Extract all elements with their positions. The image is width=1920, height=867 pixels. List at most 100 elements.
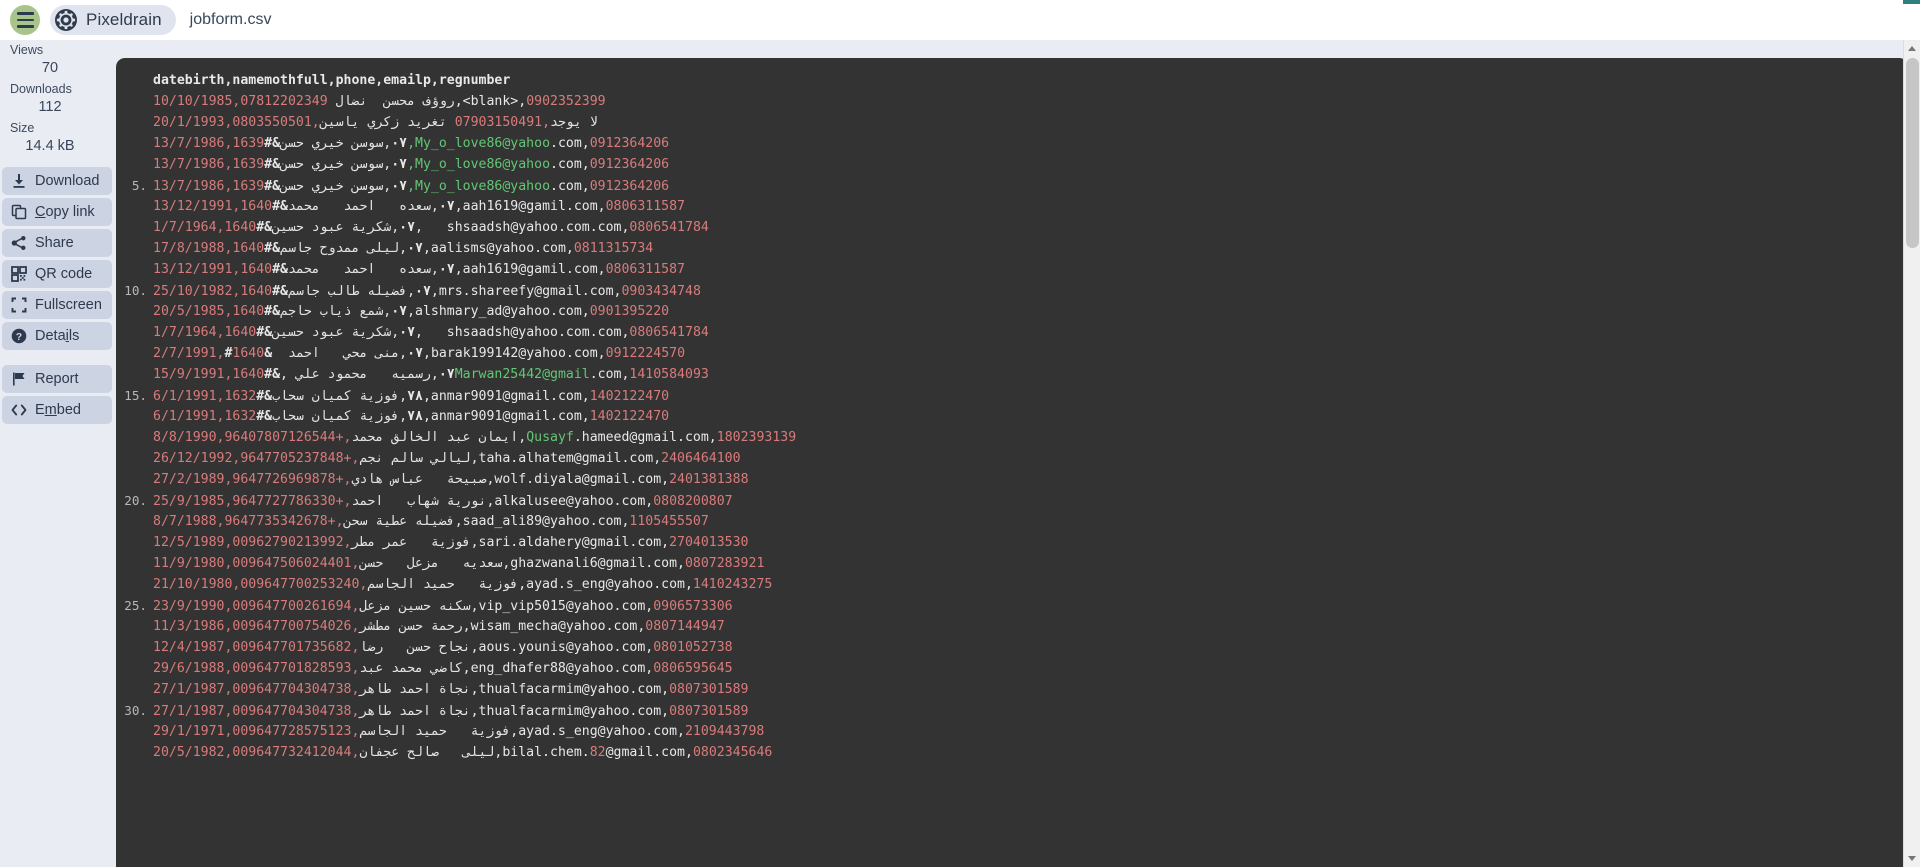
csv-data-line: 17/8/1988,1640#&٠٧,ليلى ممدوح جاسم ,aalis… [116,238,1908,259]
csv-line-text: 13/12/1991,1640#&٠٧,سعده احمد محمد ,aah16… [153,196,685,217]
csv-token-ar: فضيله عطية سحن [343,514,455,529]
csv-token-green: ,My_o_love86@yahoo [407,157,551,172]
csv-line-text: 29/6/1988,009647701828593,كاضي محمد عبد,… [153,658,733,679]
accel-letter: C [35,204,46,220]
csv-data-line: 5. 13/7/1986,1639#&٠٧,سوسن خيري حسن ,My_o_… [116,175,1908,196]
csv-token-num: 17/8/1988,1640 [153,241,265,256]
csv-text-viewer[interactable]: datebirth,namemothfull,phone,emailp,regn… [116,58,1908,867]
csv-token-plain: .com, [550,157,590,172]
details-button[interactable]: ? Details [2,322,112,350]
csv-data-line: 27/1/1987,009647704304738,نجاة احمد طاهر… [116,679,1908,700]
csv-token-num: 2406464100 [661,451,741,466]
csv-line-text: 21/10/1980,009647700253240,فوزية حميد ال… [153,574,772,595]
csv-token-plain: ,aalisms@yahoo.com, [422,241,574,256]
copy-link-button[interactable]: Copy link [2,198,112,226]
csv-data-line: 8/7/1988,9647735342678+,فضيله عطية سحن,s… [116,511,1908,532]
qr-code-button[interactable]: QR code [2,260,112,288]
csv-token-num: 1402122470 [589,389,670,404]
csv-token-num: 6/1/1991,1632 [153,409,257,424]
csv-token-ar: لا يوجد [550,115,598,130]
csv-token-num: 0811315734 [573,241,654,256]
top-bar: Pixeldrain jobform.csv [0,0,1920,40]
copy-link-rest: opy link [45,204,95,220]
csv-token-ar: ليلى صالح عجفان [359,745,495,760]
csv-data-line: 1/7/1964,1640#&٠٧,شكرية عبود حسين, shsaa… [116,217,1908,238]
csv-header-text: datebirth,namemothfull,phone,emailp,regn… [153,73,511,88]
csv-line-text: 13/12/1991,1640#&٠٧,سعده احمد محمد ,aah16… [153,259,685,280]
pixeldrain-logo-icon [55,9,77,31]
scroll-down-arrow-icon[interactable] [1904,850,1920,867]
csv-token-num: 13/7/1986,1639 [153,136,265,151]
csv-token-plain: ,aah1619@gamil.com, [454,262,606,277]
stat-downloads: Downloads 112 [0,81,114,117]
stat-size: Size 14.4 kB [0,120,114,156]
csv-data-line: 1/7/1964,1640#&٠٧,شكرية عبود حسين, shsaa… [116,322,1908,343]
csv-token-plain: ,alshmary_ad@yahoo.com, [407,304,590,319]
csv-token-num: 10/10/1985,07812202349 [153,94,336,109]
csv-token-plain: .hameed@gmail.com, [573,430,717,445]
stat-value: 70 [41,60,59,76]
csv-token-ar: ,فوزية كميان سحاب [272,389,408,404]
csv-token-num: 0806595645 [653,661,733,676]
scroll-up-arrow-icon[interactable] [1904,40,1920,57]
copy-link-label: Copy link [35,204,95,220]
csv-token-num: 0912364206 [589,157,670,172]
csv-line-text: 2/7/1991,#1640&٠٧,منى محي احمد ,barak199… [153,343,685,364]
brand-home-link[interactable]: Pixeldrain [50,5,176,35]
csv-data-line: 8/8/1990,96407807126544+,ايمان عبد الخال… [116,427,1908,448]
csv-token-num: 1640 [232,346,265,361]
hamburger-line [16,12,34,15]
csv-token-ar: فوزية حميد الجاسم [359,724,511,739]
csv-token-ar: ليالي سالم نجم [359,451,471,466]
scrollbar-top-strip [1903,0,1920,4]
csv-line-text: 8/7/1988,9647735342678+,فضيله عطية سحن,s… [153,511,709,532]
csv-code-listing[interactable]: datebirth,namemothfull,phone,emailp,regn… [116,58,1908,867]
flag-icon [10,371,27,388]
csv-token-plain: ,mrs.shareefy@gmail.com, [430,284,622,299]
embed-button[interactable]: Embed [2,396,112,424]
csv-data-line: 20. 25/9/1985,9647727786330+,نورية شهاب ا… [116,490,1908,511]
csv-token-num: 2704013530 [669,535,749,550]
csv-token-num: 2109443798 [684,724,765,739]
arrow-up-glyph [1908,46,1916,51]
csv-token-num: 0802345646 [692,745,773,760]
csv-token-plain: ,ayad.s_eng@yahoo.com, [510,724,685,739]
csv-data-line: 25. 23/9/1990,009647700261694,سكنه حسين م… [116,595,1908,616]
csv-line-text: 12/5/1989,00962790213992,فوزية عمر مطر,s… [153,532,749,553]
fullscreen-button[interactable]: Fullscreen [2,291,112,319]
csv-token-num: 13/12/1991,1640 [153,199,273,214]
stat-views: Views 70 [0,42,114,78]
page-vertical-scrollbar[interactable] [1903,40,1920,867]
csv-token-ar: فوزية حميد الجاسم [367,577,519,592]
csv-token-ar: ,ليلى ممدوح جاسم [280,241,408,256]
csv-token-ar: ,سعده احمد محمد [287,262,439,277]
csv-token-plain: ,saad_ali89@yahoo.com, [454,514,630,529]
csv-line-text: 13/7/1986,1639#&٠٧,سوسن خيري حسن ,My_o_lo… [153,176,669,197]
csv-token-ar: كاضي محمد عبد [359,661,463,676]
scrollbar-thumb[interactable] [1906,58,1919,248]
csv-token-plain: , shsaadsh@yahoo.com.com, [415,220,630,235]
csv-data-line: 27/2/1989,9647726969878+,صبيحة عباس هادي… [116,469,1908,490]
csv-token-num: 27/1/1987,009647704304738, [153,704,360,719]
fullscreen-icon [10,297,27,314]
report-button[interactable]: Report [2,365,112,393]
csv-token-plain: , shsaadsh@yahoo.com.com, [415,325,630,340]
details-post: ls [68,328,80,344]
csv-line-text: 20/5/1985,1640#&٠٧,شمع ذياب حاجم ,alshmar… [153,301,669,322]
csv-token-num: 20/5/1982,009647732412044, [153,745,360,760]
csv-data-line: 2/7/1991,#1640&٠٧,منى محي احمد ,barak199… [116,343,1908,364]
csv-line-text: 27/1/1987,009647704304738,نجاة احمد طاهر… [153,679,749,700]
hamburger-menu-icon[interactable] [10,5,40,35]
csv-token-plain: ,eng_dhafer88@yahoo.com, [462,661,654,676]
line-number: 30. [124,703,147,718]
share-button[interactable]: Share [2,229,112,257]
line-number: 5. [131,178,147,193]
csv-data-line: 11/9/1980,009647506024401,سعديه مزعل حسن… [116,553,1908,574]
csv-token-num: 1802393139 [716,430,797,445]
csv-token-green: Marwan25442@gmail [454,367,590,382]
csv-token-num: 12/4/1987,009647701735682, [153,640,360,655]
csv-token-ar: تغريد زكري ياسين [319,115,447,130]
csv-line-text: 1/7/1964,1640#&٠٧,شكرية عبود حسين, shsaa… [153,217,709,238]
csv-token-plain: ,thualfacarmim@yahoo.com, [470,682,670,697]
download-button[interactable]: Download [2,167,112,195]
